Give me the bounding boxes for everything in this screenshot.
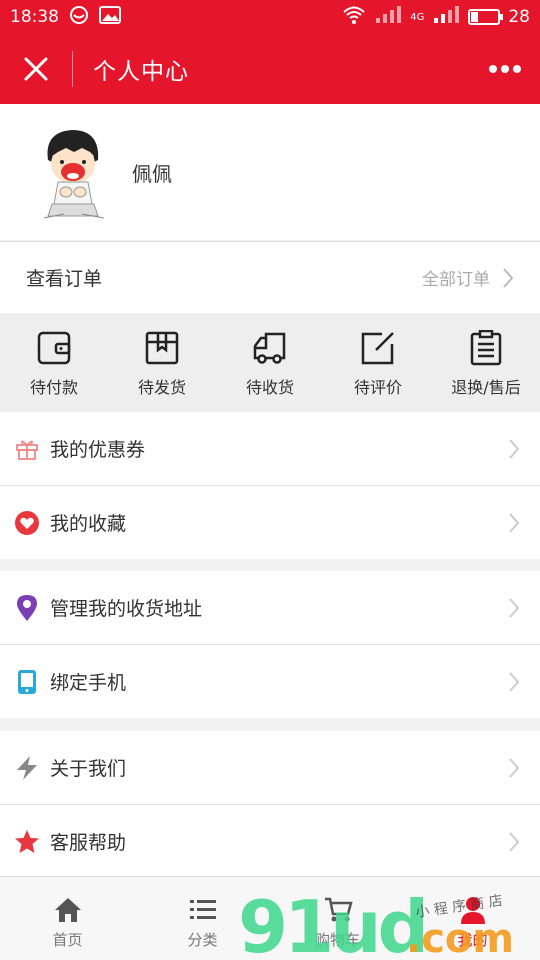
battery-icon [468, 9, 504, 25]
wallet-icon [37, 331, 71, 365]
star-icon [14, 829, 40, 855]
cart-icon [323, 895, 353, 925]
tab-label: 我的 [457, 931, 488, 949]
menu-item-favorites[interactable]: 我的收藏 [0, 486, 540, 559]
nav-divider [72, 51, 73, 87]
home-icon [53, 895, 83, 925]
tab-label: 购物车 [314, 931, 360, 949]
all-orders-link[interactable]: 全部订单 [422, 265, 514, 290]
chevron-right-icon [509, 438, 520, 459]
order-status-pending-review[interactable]: 待评价 [324, 314, 432, 411]
tab-home[interactable]: 首页 [0, 877, 135, 960]
chevron-right-icon [509, 757, 520, 778]
close-icon [24, 57, 48, 81]
lightning-icon [14, 755, 40, 781]
location-icon [14, 594, 40, 621]
tab-label: 首页 [52, 931, 83, 949]
list-icon [188, 895, 218, 925]
menu-item-about[interactable]: 关于我们 [0, 731, 540, 804]
chevron-right-icon [503, 267, 514, 288]
chevron-right-icon [509, 512, 520, 533]
truck-icon [253, 332, 286, 364]
order-status-after-sales[interactable]: 退换/售后 [432, 314, 540, 411]
status-bar: 18:38 4G 28 [0, 0, 540, 34]
more-dots-icon [489, 65, 521, 73]
menu-item-addresses[interactable]: 管理我的收货地址 [0, 571, 540, 644]
order-status-label: 退换/售后 [451, 378, 521, 397]
wifi-icon [342, 5, 366, 30]
signal-icon [374, 5, 402, 29]
page-title: 个人中心 [93, 59, 189, 85]
more-button[interactable] [470, 34, 540, 104]
tab-label: 分类 [187, 931, 218, 949]
clipboard-icon [470, 330, 502, 366]
heart-icon [14, 510, 40, 536]
order-status-label: 待评价 [353, 378, 402, 397]
battery-percent: 28 [508, 7, 530, 27]
phone-icon [14, 669, 40, 695]
all-orders-label: 全部订单 [422, 270, 490, 290]
nav-bar: 个人中心 [0, 34, 540, 104]
view-orders-row[interactable]: 查看订单 全部订单 [0, 241, 540, 313]
menu-item-help[interactable]: 客服帮助 [0, 805, 540, 878]
order-status-label: 待发货 [137, 378, 186, 397]
menu-item-label: 绑定手机 [50, 672, 127, 694]
user-icon [458, 895, 488, 925]
image-notification-icon [99, 5, 121, 29]
menu-item-bind-phone[interactable]: 绑定手机 [0, 645, 540, 718]
order-status-pending-shipment[interactable]: 待发货 [108, 314, 216, 411]
order-status-grid: 待付款 待发货 待收货 待评价 退换/售后 [0, 314, 540, 411]
status-time: 18:38 [10, 7, 59, 27]
order-status-pending-payment[interactable]: 待付款 [0, 314, 108, 411]
chevron-right-icon [509, 597, 520, 618]
menu-item-label: 我的优惠券 [50, 439, 146, 461]
order-status-label: 待收货 [245, 378, 294, 397]
menu-item-coupons[interactable]: 我的优惠券 [0, 412, 540, 485]
chevron-right-icon [509, 671, 520, 692]
chevron-right-icon [509, 831, 520, 852]
tab-category[interactable]: 分类 [135, 877, 270, 960]
edit-icon [361, 332, 394, 365]
app-notification-icon [69, 5, 89, 30]
signal-4g-icon [432, 5, 460, 29]
menu-item-label: 我的收藏 [50, 513, 127, 535]
gift-icon [14, 436, 40, 462]
username: 佩佩 [132, 161, 172, 186]
menu-item-label: 客服帮助 [50, 832, 127, 854]
view-orders-label: 查看订单 [26, 268, 103, 290]
profile-section[interactable]: 佩佩 [0, 104, 540, 240]
bottom-tab-bar: 首页 分类 购物车 我的 [0, 876, 540, 960]
avatar[interactable] [34, 122, 114, 222]
order-status-label: 待付款 [29, 378, 78, 397]
network-type: 4G [410, 11, 425, 23]
close-button[interactable] [0, 34, 72, 104]
menu-item-label: 关于我们 [50, 758, 127, 780]
tab-mine[interactable]: 我的 [405, 877, 540, 960]
order-status-pending-receipt[interactable]: 待收货 [216, 314, 324, 411]
menu-item-label: 管理我的收货地址 [50, 598, 203, 620]
tab-cart[interactable]: 购物车 [270, 877, 405, 960]
box-icon [145, 331, 179, 365]
